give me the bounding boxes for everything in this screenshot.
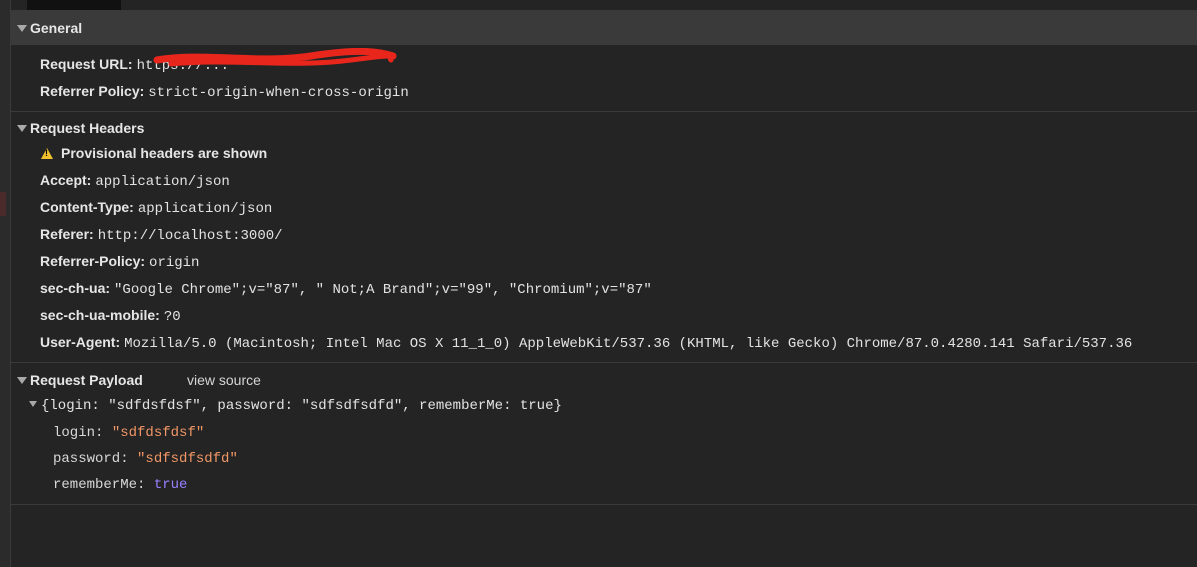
general-header-label: General bbox=[30, 20, 83, 36]
provisional-warning-row: Provisional headers are shown bbox=[11, 140, 1197, 167]
view-source-link[interactable]: view source bbox=[187, 368, 261, 392]
expand-triangle-icon bbox=[17, 125, 27, 132]
header-key: sec-ch-ua: bbox=[40, 280, 111, 296]
payload-object-summary[interactable]: {login: "sdfdsfdsf", password: "sdfsdfsd… bbox=[11, 392, 1197, 420]
request-header-row: Referer: http://localhost:3000/ bbox=[11, 221, 1197, 248]
request-header-row: Referrer-Policy: origin bbox=[11, 248, 1197, 275]
request-url-label: Request URL: bbox=[40, 56, 133, 72]
header-key: Content-Type: bbox=[40, 199, 134, 215]
general-section: General Request URL: https://... Referrer… bbox=[11, 11, 1197, 112]
payload-property: rememberMe: true bbox=[11, 472, 1197, 498]
request-payload-section-header[interactable]: Request Payload view source bbox=[11, 368, 1197, 392]
header-value: origin bbox=[149, 255, 200, 271]
header-key: User-Agent: bbox=[40, 334, 121, 350]
payload-summary-text: {login: "sdfdsfdsf", password: "sdfsdfsd… bbox=[41, 398, 562, 414]
request-headers-section: Request Headers Provisional headers are … bbox=[11, 112, 1197, 363]
request-header-row: sec-ch-ua-mobile: ?0 bbox=[11, 302, 1197, 329]
request-url-value: https://... bbox=[136, 58, 229, 74]
request-header-row: Accept: application/json bbox=[11, 167, 1197, 194]
payload-value: "sdfsdfsdfd" bbox=[137, 451, 238, 467]
headers-panel: General Request URL: https://... Referrer… bbox=[11, 0, 1197, 567]
payload-property: login: "sdfdsfdsf" bbox=[11, 420, 1197, 446]
request-header-row: User-Agent: Mozilla/5.0 (Macintosh; Intel… bbox=[11, 329, 1197, 356]
request-headers-section-header[interactable]: Request Headers bbox=[11, 116, 1197, 140]
header-key: sec-ch-ua-mobile: bbox=[40, 307, 160, 323]
expand-triangle-icon bbox=[17, 377, 27, 384]
object-expand-triangle-icon[interactable] bbox=[29, 401, 37, 407]
header-value: "Google Chrome";v="87", " Not;A Brand";v… bbox=[114, 282, 652, 298]
header-value: ?0 bbox=[163, 309, 181, 325]
warning-icon bbox=[41, 148, 53, 159]
request-headers-label: Request Headers bbox=[30, 120, 145, 136]
expand-triangle-icon bbox=[17, 25, 27, 32]
payload-value: "sdfdsfdsf" bbox=[111, 425, 205, 441]
request-payload-section: Request Payload view source {login: "sdf… bbox=[11, 363, 1197, 505]
payload-key: password: bbox=[53, 451, 129, 467]
panel-top-edge bbox=[11, 0, 1197, 11]
provisional-warning-text: Provisional headers are shown bbox=[61, 145, 268, 161]
header-value: application/json bbox=[95, 174, 230, 190]
referrer-policy-value: strict-origin-when-cross-origin bbox=[148, 85, 409, 101]
request-header-row: Content-Type: application/json bbox=[11, 194, 1197, 221]
header-value: Mozilla/5.0 (Macintosh; Intel Mac OS X 1… bbox=[124, 336, 1133, 352]
payload-property: password: "sdfsdfsdfd" bbox=[11, 446, 1197, 472]
payload-key: login: bbox=[53, 425, 104, 441]
top-dark-block bbox=[27, 0, 121, 10]
header-key: Accept: bbox=[40, 172, 92, 188]
header-value: http://localhost:3000/ bbox=[97, 228, 283, 244]
request-payload-label: Request Payload bbox=[30, 372, 143, 388]
left-gutter bbox=[0, 0, 11, 567]
referrer-policy-label: Referrer Policy: bbox=[40, 83, 145, 99]
request-header-row: sec-ch-ua: "Google Chrome";v="87", " Not;… bbox=[11, 275, 1197, 302]
referrer-policy-row: Referrer Policy: strict-origin-when-cross… bbox=[11, 78, 1197, 105]
general-section-header[interactable]: General bbox=[11, 11, 1197, 45]
header-key: Referrer-Policy: bbox=[40, 253, 146, 269]
header-value: application/json bbox=[137, 201, 273, 217]
request-url-row: Request URL: https://... bbox=[11, 51, 1197, 78]
selected-row-marker bbox=[0, 192, 6, 216]
payload-value: true bbox=[153, 477, 188, 493]
payload-key: rememberMe: bbox=[53, 477, 146, 493]
header-key: Referer: bbox=[40, 226, 94, 242]
